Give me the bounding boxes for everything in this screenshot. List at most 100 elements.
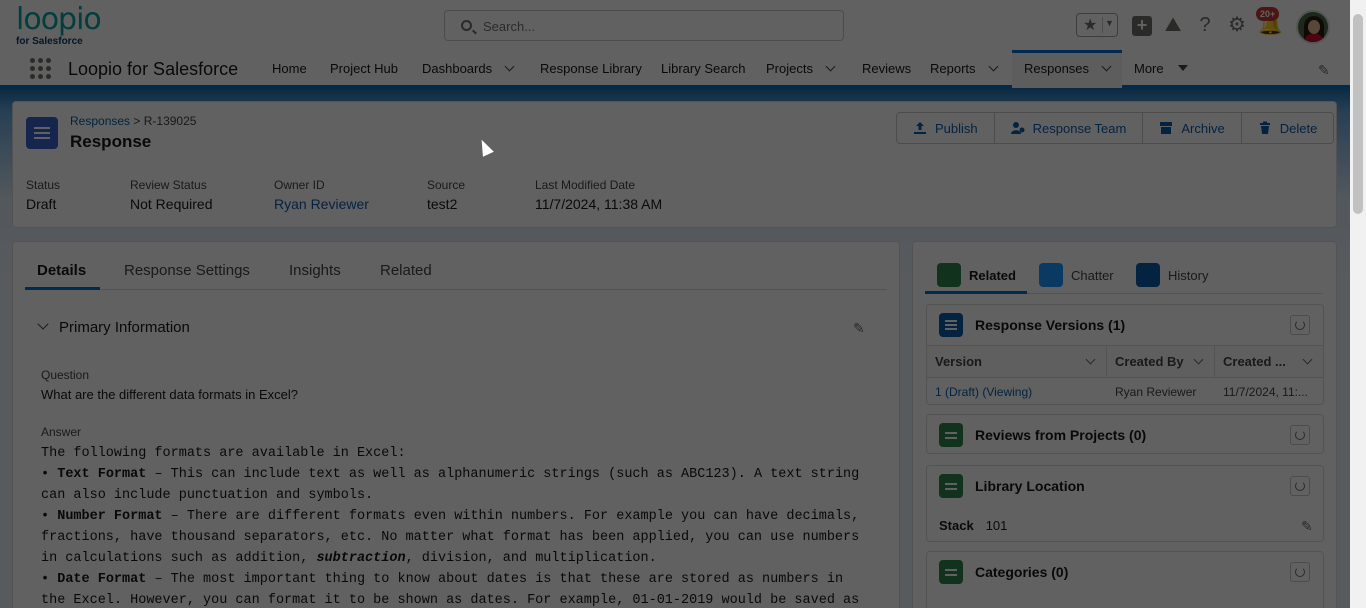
tab-insights[interactable]: Insights <box>289 262 341 279</box>
nav-item-home[interactable]: Home <box>272 50 307 88</box>
tab-chatter[interactable]: Chatter <box>1039 262 1114 288</box>
question-value: What are the different data formats in E… <box>41 387 299 402</box>
pencil-icon[interactable]: ✎ <box>853 320 865 337</box>
library-location-card: Library Location Stack 101 ✎ <box>926 465 1324 542</box>
section-primary-information[interactable]: Primary Information <box>37 318 190 336</box>
nav-item-projects[interactable]: Projects <box>766 50 836 88</box>
list-item: • Number Format – There are different fo… <box>41 509 860 566</box>
categories-list: Categories (0) <box>926 551 1324 608</box>
chatter-icon <box>1039 263 1063 287</box>
logo-subtitle: for Salesforce <box>16 36 83 47</box>
publish-button[interactable]: Publish <box>897 113 995 143</box>
nav-item-reports[interactable]: Reports <box>930 50 998 88</box>
search-icon <box>461 20 472 31</box>
refresh-icon[interactable] <box>1290 425 1310 445</box>
page-title: Response <box>70 132 152 151</box>
detail-tabs: Details Response Settings Insights Relat… <box>25 242 887 290</box>
categories-header[interactable]: Categories (0) <box>939 552 1068 592</box>
trash-icon <box>1258 121 1272 135</box>
tab-history[interactable]: History <box>1136 262 1208 288</box>
breadcrumb-link-responses[interactable]: Responses <box>70 114 130 128</box>
team-icon <box>1010 121 1025 135</box>
field-owner-id: Owner ID Ryan Reviewer <box>274 178 369 212</box>
nav-more[interactable]: More <box>1134 50 1188 88</box>
refresh-icon[interactable] <box>1290 476 1310 496</box>
reviews-list: Reviews from Projects (0) <box>926 414 1324 454</box>
delete-button[interactable]: Delete <box>1241 113 1334 143</box>
notification-badge: 20+ <box>1256 7 1280 21</box>
app-name: Loopio for Salesforce <box>68 59 239 79</box>
gear-icon[interactable]: ⚙ <box>1226 14 1248 36</box>
nav-item-library-search[interactable]: Library Search <box>661 50 746 88</box>
help-icon[interactable]: ? <box>1194 14 1216 36</box>
nav-item-responses[interactable]: Responses <box>1012 50 1123 88</box>
avatar[interactable] <box>1296 10 1330 44</box>
clock-icon <box>1136 263 1160 287</box>
nav-item-project-hub[interactable]: Project Hub <box>330 50 398 88</box>
response-versions-list: Response Versions (1) Version Created By… <box>926 304 1324 405</box>
pencil-icon[interactable]: ✎ <box>1318 62 1330 79</box>
checklist-icon <box>939 423 963 447</box>
chevron-down-icon[interactable] <box>504 61 515 72</box>
favorites-button[interactable]: ★ ▼ <box>1076 13 1118 37</box>
column-version[interactable]: Version <box>927 346 1107 377</box>
chevron-down-icon <box>37 318 49 330</box>
chevron-down-icon[interactable] <box>825 61 836 72</box>
trailhead-icon[interactable]: ⛰ <box>1162 14 1184 36</box>
refresh-icon[interactable] <box>1290 562 1310 582</box>
column-created[interactable]: Created ... <box>1215 346 1323 377</box>
record-header: Responses > R-139025 Response Publish Re… <box>12 101 1337 228</box>
global-header: loopio for Salesforce ★ ▼ + ⛰ ? ⚙ 🔔 20+ <box>0 0 1350 50</box>
app-nav-bar: Loopio for Salesforce Home Project Hub D… <box>0 50 1350 88</box>
record-actions: Publish Response Team Archive Delete <box>896 112 1335 144</box>
response-team-button[interactable]: Response Team <box>994 113 1144 143</box>
app-launcher-icon[interactable] <box>30 58 51 79</box>
page-scrollbar[interactable] <box>1350 0 1366 608</box>
chevron-down-icon[interactable] <box>988 61 998 72</box>
related-card: Related Chatter History Response Version… <box>912 241 1337 608</box>
refresh-icon[interactable] <box>1290 315 1310 335</box>
tab-related[interactable]: Related <box>380 262 432 279</box>
tab-related-list[interactable]: Related <box>937 262 1016 288</box>
global-search[interactable] <box>444 10 844 41</box>
caret-down-icon <box>1177 65 1188 71</box>
category-icon <box>939 560 963 584</box>
versions-icon <box>939 313 963 337</box>
library-icon <box>939 474 963 498</box>
tab-response-settings[interactable]: Response Settings <box>124 262 250 279</box>
answer-label: Answer <box>41 425 82 439</box>
tab-details[interactable]: Details <box>37 262 86 279</box>
response-versions-header[interactable]: Response Versions (1) <box>939 305 1125 345</box>
library-location-header[interactable]: Library Location <box>939 466 1085 506</box>
archive-button[interactable]: Archive <box>1143 113 1242 143</box>
nav-item-reviews[interactable]: Reviews <box>862 50 911 88</box>
upload-icon <box>913 121 927 135</box>
breadcrumb: Responses > R-139025 <box>70 114 197 128</box>
pencil-icon[interactable]: ✎ <box>1301 518 1313 535</box>
stack-field: Stack 101 <box>939 518 1008 533</box>
chevron-down-icon[interactable]: ▼ <box>1105 18 1114 28</box>
global-actions-icon[interactable]: + <box>1132 16 1152 36</box>
reviews-header[interactable]: Reviews from Projects (0) <box>939 415 1146 455</box>
search-input[interactable] <box>483 17 823 35</box>
nav-item-response-library[interactable]: Response Library <box>540 50 642 88</box>
owner-link[interactable]: Ryan Reviewer <box>274 196 369 212</box>
related-list-icon <box>937 263 961 287</box>
response-record-icon <box>26 117 58 149</box>
chevron-down-icon[interactable] <box>1101 61 1112 72</box>
question-label: Question <box>41 368 90 382</box>
loopio-logo[interactable]: loopio for Salesforce <box>16 5 102 48</box>
list-item: • Date Format – The most important thing… <box>41 572 860 608</box>
field-status: Status Draft <box>26 178 61 212</box>
related-tabs: Related Chatter History <box>925 242 1323 294</box>
field-source: Source test2 <box>427 178 466 212</box>
created-cell: 11/7/2024, 11:... <box>1223 385 1308 399</box>
list-item: • Text Format – This can include text as… <box>41 467 860 503</box>
answer-value: The following formats are available in E… <box>41 443 871 608</box>
column-created-by[interactable]: Created By <box>1107 346 1215 377</box>
nav-item-dashboards[interactable]: Dashboards <box>422 50 515 88</box>
field-last-modified: Last Modified Date 11/7/2024, 11:38 AM <box>535 178 663 212</box>
star-icon: ★ <box>1083 17 1098 34</box>
record-id: R-139025 <box>143 114 197 128</box>
version-link[interactable]: 1 (Draft) (Viewing) <box>935 385 1032 399</box>
